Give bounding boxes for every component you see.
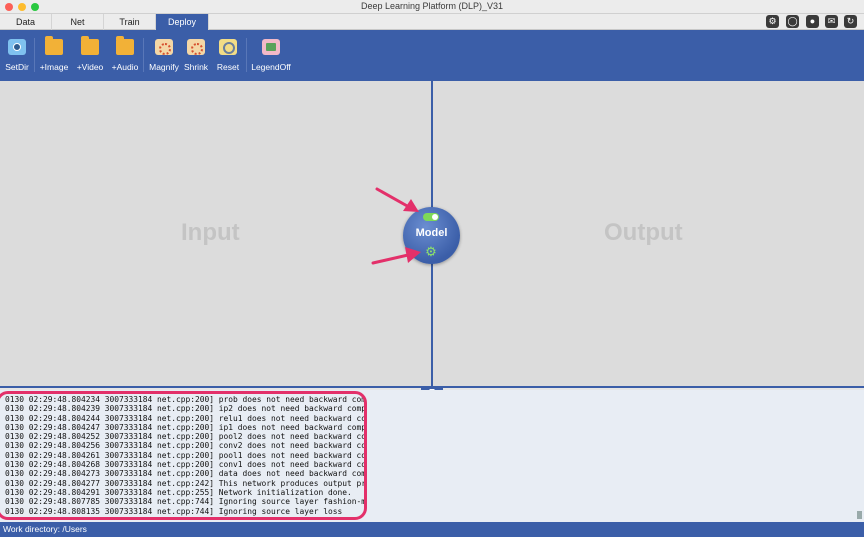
wechat-icon[interactable]: ● xyxy=(806,15,819,28)
log-line: 0130 02:29:48.804247 3007333184 net.cpp:… xyxy=(5,422,367,432)
shrink-icon xyxy=(187,39,205,55)
compass-icon[interactable]: ◯ xyxy=(786,15,799,28)
model-toggle-switch[interactable] xyxy=(423,213,439,221)
output-panel-label: Output xyxy=(604,219,683,246)
deploy-canvas[interactable]: Input Output Model ⚙ xyxy=(0,81,864,388)
shrink-label: Shrink xyxy=(183,62,209,72)
model-label: Model xyxy=(415,227,448,239)
log-line: 0130 02:29:48.804261 3007333184 net.cpp:… xyxy=(5,450,367,460)
magnify-icon xyxy=(155,39,173,55)
reset-label: Reset xyxy=(216,62,240,72)
log-pane[interactable]: 0130 02:29:48.804234 3007333184 net.cpp:… xyxy=(0,390,864,522)
log-line: 0130 02:29:48.804268 3007333184 net.cpp:… xyxy=(5,460,367,470)
add-image-button[interactable]: +Image xyxy=(38,36,70,78)
log-scrollbar[interactable] xyxy=(857,511,862,519)
reset-icon xyxy=(219,39,237,55)
add-audio-button[interactable]: +Audio xyxy=(109,36,141,78)
log-line: 0130 02:29:48.808135 3007333184 net.cpp:… xyxy=(5,506,343,516)
add-video-label: +Video xyxy=(76,62,104,72)
mail-icon[interactable]: ✉ xyxy=(825,15,838,28)
gear-icon[interactable]: ⚙ xyxy=(424,245,438,259)
folder-image-icon xyxy=(45,36,63,55)
legend-icon xyxy=(262,39,280,55)
app-window: Deep Learning Platform (DLP)_V31 Data Ne… xyxy=(0,0,864,537)
log-line: 0130 02:29:48.804244 3007333184 net.cpp:… xyxy=(5,413,367,423)
tab-deploy[interactable]: Deploy xyxy=(156,14,209,30)
folder-audio-icon xyxy=(116,36,134,55)
tab-bar: Data Net Train Deploy ⚙ ◯ ● ✉ ↻ xyxy=(0,14,864,30)
settings-icon[interactable]: ⚙ xyxy=(766,15,779,28)
camera-icon xyxy=(8,39,26,55)
magnify-button[interactable]: Magnify xyxy=(147,36,181,78)
reset-button[interactable]: Reset xyxy=(214,36,242,78)
add-image-label: +Image xyxy=(39,62,69,72)
toolbar-divider xyxy=(34,38,35,72)
add-video-button[interactable]: +Video xyxy=(74,36,106,78)
log-line: 0130 02:29:48.804277 3007333184 net.cpp:… xyxy=(5,478,367,488)
status-bar: Work directory: /Users xyxy=(0,522,864,537)
setdir-label: SetDir xyxy=(5,62,29,72)
setdir-button[interactable]: SetDir xyxy=(2,36,32,78)
log-line: 0130 02:29:48.804234 3007333184 net.cpp:… xyxy=(5,395,367,404)
tab-net[interactable]: Net xyxy=(52,14,104,30)
window-title: Deep Learning Platform (DLP)_V31 xyxy=(360,1,504,11)
log-line: 0130 02:29:48.804239 3007333184 net.cpp:… xyxy=(5,404,367,414)
toolbar: SetDir +Image +Video +Audio Magnify Shri… xyxy=(0,30,864,81)
legend-off-label: LegendOff xyxy=(251,62,291,72)
log-highlight-box: 0130 02:29:48.804234 3007333184 net.cpp:… xyxy=(0,391,367,520)
tab-train[interactable]: Train xyxy=(104,14,156,30)
log-line: 0130 02:29:48.804256 3007333184 net.cpp:… xyxy=(5,441,367,451)
magnify-label: Magnify xyxy=(149,62,179,72)
log-line: 0130 02:29:48.804273 3007333184 net.cpp:… xyxy=(5,469,367,479)
refresh-icon[interactable]: ↻ xyxy=(844,15,857,28)
folder-video-icon xyxy=(81,36,99,55)
tab-data[interactable]: Data xyxy=(0,14,52,30)
model-node[interactable]: Model ⚙ xyxy=(403,207,460,264)
log-line: 0130 02:29:48.804291 3007333184 net.cpp:… xyxy=(5,487,352,497)
log-line: 0130 02:29:48.807785 3007333184 net.cpp:… xyxy=(5,497,367,507)
shrink-button[interactable]: Shrink xyxy=(182,36,210,78)
log-output: 0130 02:29:48.804234 3007333184 net.cpp:… xyxy=(5,395,367,516)
add-audio-label: +Audio xyxy=(111,62,139,72)
input-panel-label: Input xyxy=(181,219,240,246)
legend-off-button[interactable]: LegendOff xyxy=(250,36,292,78)
log-line: 0130 02:29:48.804252 3007333184 net.cpp:… xyxy=(5,432,367,442)
toolbar-divider xyxy=(246,38,247,72)
toolbar-divider xyxy=(143,38,144,72)
title-bar: Deep Learning Platform (DLP)_V31 xyxy=(0,0,864,14)
